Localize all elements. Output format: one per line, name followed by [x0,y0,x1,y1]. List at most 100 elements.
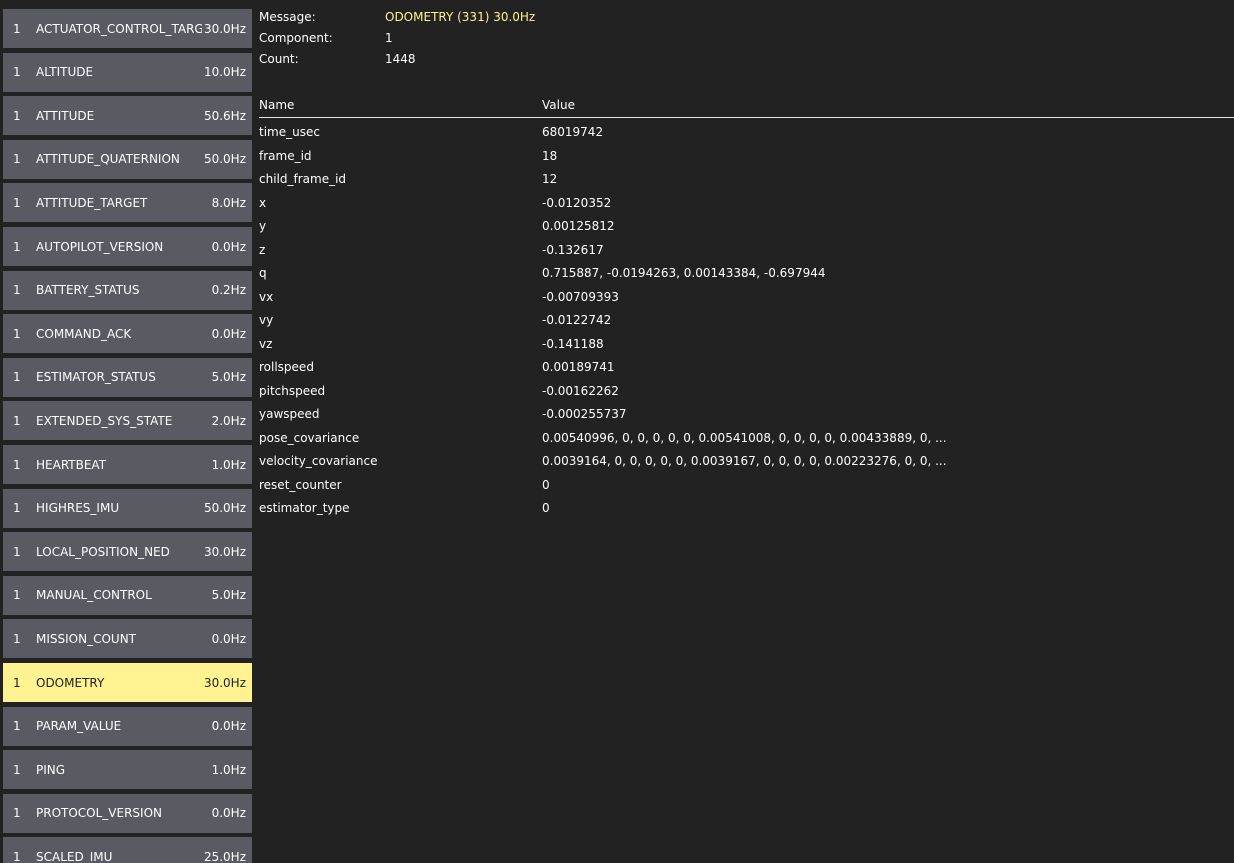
message-rate: 0.0Hz [211,719,246,734]
message-button-mission-count[interactable]: 1 MISSION_COUNT 0.0Hz [3,619,252,659]
message-component-id: 1 [13,283,21,298]
message-button-altitude[interactable]: 1 ALTITUDE 10.0Hz [3,52,252,92]
field-row-velocity-covariance: velocity_covariance 0.0039164, 0, 0, 0, 0… [259,450,1234,473]
message-button-attitude[interactable]: 1 ATTITUDE 50.6Hz [3,96,252,136]
message-component-id: 1 [13,195,21,210]
message-component-id: 1 [13,108,21,123]
message-rate: 0.0Hz [211,631,246,646]
field-row-x: x -0.0120352 [259,192,1234,215]
field-row-estimator-type: estimator_type 0 [259,497,1234,520]
field-value: 12 [542,172,558,186]
message-name: BATTERY_STATUS [36,283,140,298]
message-component-id: 1 [13,326,21,341]
message-component-id: 1 [13,588,21,603]
message-button-manual-control[interactable]: 1 MANUAL_CONTROL 5.0Hz [3,575,252,615]
message-button-attitude-quaternion[interactable]: 1 ATTITUDE_QUATERNION 50.0Hz [3,139,252,179]
message-rate: 30.0Hz [203,544,246,559]
message-name: ATTITUDE [36,108,95,123]
field-name: x [259,195,267,210]
field-row-frame-id: frame_id 18 [259,145,1234,168]
message-rate: 5.0Hz [211,370,246,385]
message-button-odometry[interactable]: 1 ODOMETRY 30.0Hz [3,663,252,702]
message-button-ping[interactable]: 1 PING 1.0Hz [3,750,252,790]
message-component-id: 1 [13,719,21,734]
message-label: Message: [259,10,316,24]
message-list: 1 ACTUATOR_CONTROL_TARGET 30.0Hz 1 ALTITUDE 1… [0,0,256,863]
message-button-protocol-version[interactable]: 1 PROTOCOL_VERSION 0.0Hz [3,793,252,833]
message-component-id: 1 [13,65,21,80]
field-row-z: z -0.132617 [259,239,1234,262]
field-name: child_frame_id [259,172,347,186]
message-name: SCALED_IMU [36,849,113,863]
message-rate: 10.0Hz [203,65,246,80]
field-name: z [259,242,266,257]
message-name: EXTENDED_SYS_STATE [36,413,173,428]
message-button-actuator-control-target[interactable]: 1 ACTUATOR_CONTROL_TARGET 30.0Hz [3,9,252,48]
message-name: LOCAL_POSITION_NED [36,544,170,559]
message-rate: 0.2Hz [211,283,246,298]
field-row-vx: vx -0.00709393 [259,286,1234,309]
message-component-id: 1 [13,152,21,167]
field-name: vx [259,289,274,304]
field-name: vy [259,313,274,327]
message-button-highres-imu[interactable]: 1 HIGHRES_IMU 50.0Hz [3,488,252,528]
message-component-id: 1 [13,501,21,516]
field-row-child-frame-id: child_frame_id 12 [259,168,1234,191]
field-value: 68019742 [542,125,604,139]
field-value: 0.00189741 [542,360,615,374]
field-row-rollspeed: rollspeed 0.00189741 [259,356,1234,379]
value-column-header: Value [542,98,575,112]
field-row-vy: vy -0.0122742 [259,309,1234,332]
component-value: 1 [385,31,393,45]
field-row-time-usec: time_usec 68019742 [259,121,1234,144]
field-row-pose-covariance: pose_covariance 0.00540996, 0, 0, 0, 0, 0… [259,427,1234,450]
field-value: -0.132617 [542,242,604,257]
field-row-yawspeed: yawspeed -0.000255737 [259,403,1234,426]
field-name: rollspeed [259,360,314,374]
field-value: -0.141188 [542,336,604,351]
message-button-extended-sys-state[interactable]: 1 EXTENDED_SYS_STATE 2.0Hz [3,401,252,441]
message-rate: 30.0Hz [203,21,246,36]
message-component-id: 1 [13,849,21,863]
message-button-command-ack[interactable]: 1 COMMAND_ACK 0.0Hz [3,314,252,354]
field-value: 0.0039164, 0, 0, 0, 0, 0, 0.0039167, 0, … [542,454,947,468]
message-rate: 2.0Hz [211,413,246,428]
message-button-heartbeat[interactable]: 1 HEARTBEAT 1.0Hz [3,445,252,484]
message-name: ATTITUDE_QUATERNION [36,152,180,167]
field-row-reset-counter: reset_counter 0 [259,474,1234,497]
message-button-autopilot-version[interactable]: 1 AUTOPILOT_VERSION 0.0Hz [3,227,252,266]
field-value: -0.0120352 [542,195,612,210]
field-name: yawspeed [259,407,320,421]
field-value: -0.000255737 [542,407,627,421]
message-name: MANUAL_CONTROL [36,588,152,603]
message-component-id: 1 [13,413,21,428]
message-rate: 25.0Hz [203,849,246,863]
field-value: 0.00540996, 0, 0, 0, 0, 0, 0.00541008, 0… [542,430,947,445]
message-name: AUTOPILOT_VERSION [36,239,164,254]
message-name: PARAM_VALUE [36,719,122,734]
message-rate: 5.0Hz [211,588,246,603]
message-button-battery-status[interactable]: 1 BATTERY_STATUS 0.2Hz [3,270,252,310]
message-value: ODOMETRY (331) 30.0Hz [385,10,536,24]
message-name: PING [36,762,66,777]
message-button-param-value[interactable]: 1 PARAM_VALUE 0.0Hz [3,706,252,746]
field-name: q [259,266,267,280]
message-component-id: 1 [13,675,21,690]
message-detail-panel: Message: ODOMETRY (331) 30.0Hz Component… [259,0,1234,863]
name-column-header: Name [259,98,295,112]
count-value: 1448 [385,52,416,66]
message-rate: 1.0Hz [211,457,246,472]
message-rate: 50.0Hz [203,501,246,516]
field-row-y: y 0.00125812 [259,215,1234,238]
message-button-estimator-status[interactable]: 1 ESTIMATOR_STATUS 5.0Hz [3,357,252,397]
field-name: reset_counter [259,477,342,492]
message-button-attitude-target[interactable]: 1 ATTITUDE_TARGET 8.0Hz [3,183,252,223]
message-name: COMMAND_ACK [36,326,132,341]
field-value: 18 [542,148,558,163]
field-value: -0.0122742 [542,313,612,327]
message-button-local-position-ned[interactable]: 1 LOCAL_POSITION_NED 30.0Hz [3,532,252,572]
message-button-scaled-imu[interactable]: 1 SCALED_IMU 25.0Hz [3,837,252,863]
field-name: pitchspeed [259,383,326,398]
field-value: -0.00162262 [542,383,619,398]
field-value: 0.715887, -0.0194263, 0.00143384, -0.697… [542,266,826,280]
